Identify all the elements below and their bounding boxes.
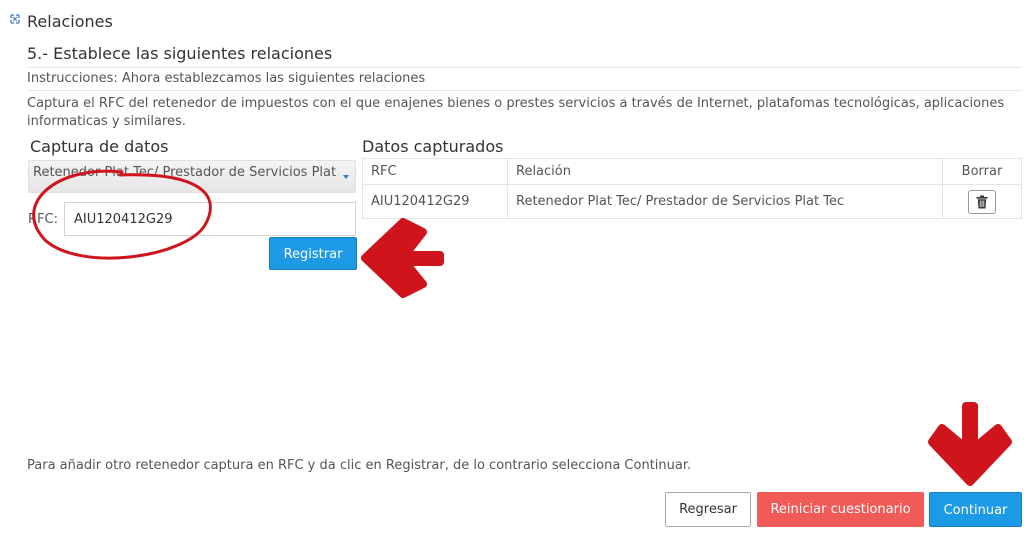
rfc-input[interactable]: [64, 202, 356, 236]
capture-title: Captura de datos: [30, 137, 169, 156]
back-button[interactable]: Regresar: [665, 492, 751, 527]
reset-button[interactable]: Reiniciar cuestionario: [757, 492, 924, 527]
caret-down-icon: [343, 175, 349, 179]
footer-note: Para añadir otro retenedor captura en RF…: [27, 458, 692, 473]
description-text: Captura el RFC del retenedor de impuesto…: [27, 96, 1005, 129]
table-header-row: RFC Relación Borrar: [362, 158, 1022, 185]
table-row: AIU120412G29 Retenedor Plat Tec/ Prestad…: [362, 184, 1022, 219]
step-title: 5.- Establece las siguientes relaciones: [27, 44, 333, 63]
trash-icon: [976, 195, 988, 208]
divider: [27, 90, 1022, 91]
rfc-label: RFC:: [28, 212, 58, 227]
header-delete: Borrar: [942, 158, 1022, 185]
register-button[interactable]: Registrar: [269, 237, 357, 270]
expand-icon[interactable]: [10, 14, 20, 24]
divider: [27, 67, 1022, 68]
header-relation: Relación: [507, 158, 943, 185]
cell-delete: [942, 184, 1022, 219]
relation-select[interactable]: Retenedor Plat Tec/ Prestador de Servici…: [28, 160, 356, 193]
header-rfc: RFC: [362, 158, 508, 185]
cell-rfc: AIU120412G29: [362, 184, 508, 219]
section-title: Relaciones: [27, 12, 113, 31]
arrow-left-icon: [361, 218, 444, 298]
relation-select-value: Retenedor Plat Tec/ Prestador de Servici…: [33, 165, 337, 180]
delete-button[interactable]: [968, 189, 996, 214]
arrow-down-icon: [928, 402, 1012, 486]
captured-title: Datos capturados: [362, 137, 504, 156]
cell-relation: Retenedor Plat Tec/ Prestador de Servici…: [507, 184, 943, 219]
captured-table: RFC Relación Borrar AIU120412G29 Retened…: [362, 158, 1022, 219]
continue-button[interactable]: Continuar: [929, 492, 1022, 527]
instructions-text: Instrucciones: Ahora establezcamos las s…: [27, 71, 426, 86]
